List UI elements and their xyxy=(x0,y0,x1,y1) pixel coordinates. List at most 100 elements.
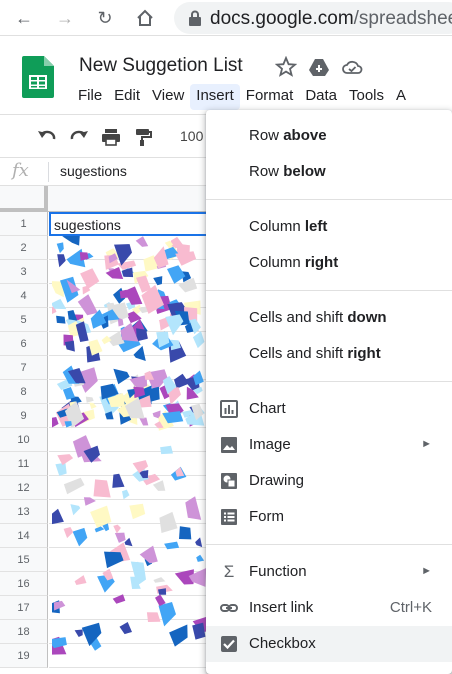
reload-icon[interactable]: ↻ xyxy=(95,8,115,28)
row-header[interactable]: 8 xyxy=(0,380,48,404)
row-header[interactable]: 2 xyxy=(0,236,48,260)
confetti-piece xyxy=(74,629,83,637)
cells-down-prefix: Cells and shift xyxy=(249,309,348,326)
menu-separator xyxy=(206,381,452,382)
menu-item-function[interactable]: Σ Function ► xyxy=(206,554,452,590)
menu-edit[interactable]: Edit xyxy=(108,84,146,110)
confetti-piece xyxy=(169,624,188,647)
submenu-arrow-icon: ► xyxy=(421,565,432,577)
select-all-corner[interactable] xyxy=(0,186,48,212)
confetti-piece xyxy=(136,328,148,342)
home-icon[interactable] xyxy=(135,8,155,28)
row-header[interactable]: 10 xyxy=(0,428,48,452)
move-to-drive-icon[interactable] xyxy=(308,56,330,78)
row-header[interactable]: 5 xyxy=(0,308,48,332)
confetti-piece xyxy=(56,315,66,324)
row-header[interactable]: 6 xyxy=(0,332,48,356)
menu-item-row-above[interactable]: Row above xyxy=(206,118,452,154)
forward-arrow-icon[interactable]: → xyxy=(55,8,75,28)
menu-item-drawing[interactable]: Drawing xyxy=(206,463,452,499)
confetti-piece xyxy=(139,545,158,564)
confetti-piece xyxy=(83,497,96,506)
checkbox-icon xyxy=(221,636,237,652)
star-icon[interactable] xyxy=(275,56,297,78)
confetti-piece xyxy=(164,541,180,550)
confetti-piece xyxy=(119,622,132,635)
cloud-status-icon[interactable] xyxy=(341,56,363,78)
row-header[interactable]: 9 xyxy=(0,404,48,428)
menu-data[interactable]: Data xyxy=(299,84,343,110)
row-header[interactable]: 16 xyxy=(0,572,48,596)
menu-item-insert-link[interactable]: Insert link Ctrl+K xyxy=(206,590,452,626)
menu-insert[interactable]: Insert xyxy=(190,84,240,110)
confetti-piece xyxy=(139,417,149,426)
menu-item-image[interactable]: Image ► xyxy=(206,427,452,463)
menu-file[interactable]: File xyxy=(72,84,108,110)
menu-item-cells-shift-right[interactable]: Cells and shift right xyxy=(206,336,452,372)
undo-icon[interactable] xyxy=(36,126,58,148)
address-bar[interactable]: docs.google.com/spreadsheets xyxy=(174,2,452,34)
menu-item-row-below[interactable]: Row below xyxy=(206,154,452,190)
row-above-label: Row above xyxy=(249,127,327,144)
confetti-piece xyxy=(179,526,192,540)
confetti-piece xyxy=(196,554,205,562)
menu-item-chart[interactable]: Chart xyxy=(206,391,452,427)
confetti-piece xyxy=(74,575,87,585)
row-header[interactable]: 4 xyxy=(0,284,48,308)
zoom-select[interactable]: 100 xyxy=(180,128,203,144)
print-icon[interactable] xyxy=(100,126,122,148)
row-header[interactable]: 17 xyxy=(0,596,48,620)
confetti-piece xyxy=(159,511,178,533)
menu-view[interactable]: View xyxy=(146,84,190,110)
menu-item-checkbox[interactable]: Checkbox xyxy=(206,626,452,662)
row-header[interactable]: 18 xyxy=(0,620,48,644)
column-left-bold: left xyxy=(304,218,328,235)
back-arrow-icon[interactable]: ← xyxy=(14,8,34,28)
menu-addons[interactable]: A xyxy=(390,84,412,110)
row-header[interactable]: 19 xyxy=(0,644,48,668)
function-label: Function xyxy=(249,563,307,580)
confetti-image xyxy=(52,236,208,655)
cell-a1[interactable]: sugestions xyxy=(49,212,209,236)
menu-item-form[interactable]: Form xyxy=(206,499,452,535)
formula-divider xyxy=(48,162,49,182)
row-above-prefix: Row xyxy=(249,127,284,144)
confetti-piece xyxy=(122,489,130,500)
row-header[interactable]: 12 xyxy=(0,476,48,500)
row-header[interactable]: 11 xyxy=(0,452,48,476)
insert-link-label: Insert link xyxy=(249,599,314,616)
document-title[interactable]: New Suggetion List xyxy=(79,55,243,77)
row-header[interactable]: 3 xyxy=(0,260,48,284)
row-header[interactable]: 13 xyxy=(0,500,48,524)
confetti-piece xyxy=(135,236,149,247)
confetti-piece xyxy=(146,612,161,622)
cells-right-bold: right xyxy=(347,345,381,362)
confetti-piece xyxy=(85,396,94,403)
column-right-prefix: Column xyxy=(249,254,305,271)
confetti-piece xyxy=(52,417,59,428)
url-text: docs.google.com/spreadsheets xyxy=(210,8,452,30)
fx-icon: fx xyxy=(12,160,29,181)
redo-icon[interactable] xyxy=(68,126,90,148)
confetti-piece xyxy=(133,345,146,361)
confetti-piece xyxy=(175,251,197,266)
column-header-a[interactable] xyxy=(48,186,208,212)
cells-down-bold: down xyxy=(347,309,387,326)
row-header[interactable]: 14 xyxy=(0,524,48,548)
url-path: /spreadsheets xyxy=(353,8,452,29)
confetti-piece xyxy=(56,242,64,254)
menu-format[interactable]: Format xyxy=(240,84,300,110)
formula-input[interactable]: sugestions xyxy=(60,163,127,179)
menu-tools[interactable]: Tools xyxy=(343,84,390,110)
row-header[interactable]: 1 xyxy=(0,212,48,236)
image-label: Image xyxy=(249,436,291,453)
row-header[interactable]: 15 xyxy=(0,548,48,572)
paint-format-icon[interactable] xyxy=(132,126,154,148)
row-header[interactable]: 7 xyxy=(0,356,48,380)
menu-item-column-left[interactable]: Column left xyxy=(206,209,452,245)
menu-item-cells-shift-down[interactable]: Cells and shift down xyxy=(206,300,452,336)
sheets-logo-icon[interactable] xyxy=(22,56,54,98)
browser-toolbar: ← → ↻ docs.google.com/spreadsheets xyxy=(0,0,452,36)
menu-item-column-right[interactable]: Column right xyxy=(206,245,452,281)
drawing-icon xyxy=(221,473,237,489)
